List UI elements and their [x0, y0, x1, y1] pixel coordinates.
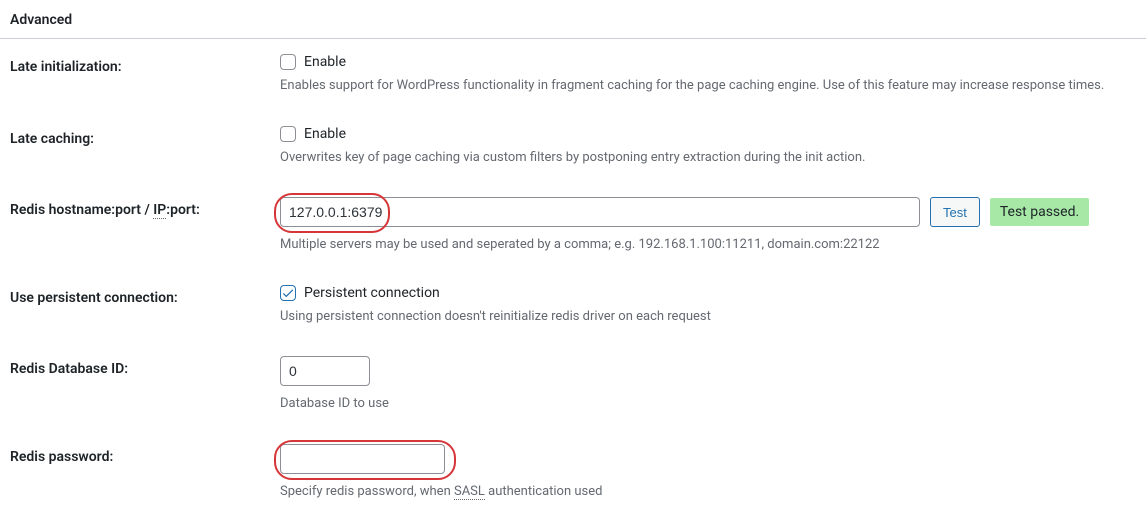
late-caching-label: Late caching: [0, 111, 270, 183]
password-description: Specify redis password, when SASL authen… [280, 482, 1136, 502]
persistent-description: Using persistent connection doesn't rein… [280, 307, 1136, 327]
persistent-checkbox-label: Persistent connection [304, 285, 440, 301]
test-button[interactable]: Test [930, 197, 980, 227]
password-input[interactable] [280, 444, 445, 474]
ip-abbr: IP [153, 202, 166, 219]
db-id-label: Redis Database ID: [0, 341, 270, 429]
late-init-checkbox-label: Enable [304, 54, 346, 70]
redis-host-label: Redis hostname:port / IP:port: [0, 182, 270, 270]
settings-table: Late initialization: Enable Enables supp… [0, 39, 1146, 516]
password-label: Redis password: [0, 429, 270, 517]
db-id-description: Database ID to use [280, 394, 1136, 414]
late-init-description: Enables support for WordPress functional… [280, 76, 1136, 96]
persistent-label: Use persistent connection: [0, 270, 270, 342]
section-title: Advanced [0, 0, 1146, 39]
late-init-checkbox[interactable] [280, 54, 296, 70]
late-caching-description: Overwrites key of page caching via custo… [280, 148, 1136, 168]
sasl-abbr: SASL [454, 484, 485, 500]
persistent-checkbox[interactable] [280, 285, 296, 301]
redis-host-highlight [280, 197, 920, 227]
redis-host-input[interactable] [280, 197, 920, 227]
password-highlight [280, 444, 445, 474]
redis-host-description: Multiple servers may be used and seperat… [280, 235, 1136, 255]
db-id-input[interactable] [280, 356, 370, 386]
late-init-label: Late initialization: [0, 39, 270, 111]
late-caching-checkbox-label: Enable [304, 126, 346, 142]
late-caching-checkbox[interactable] [280, 126, 296, 142]
test-result: Test passed. [990, 198, 1089, 226]
